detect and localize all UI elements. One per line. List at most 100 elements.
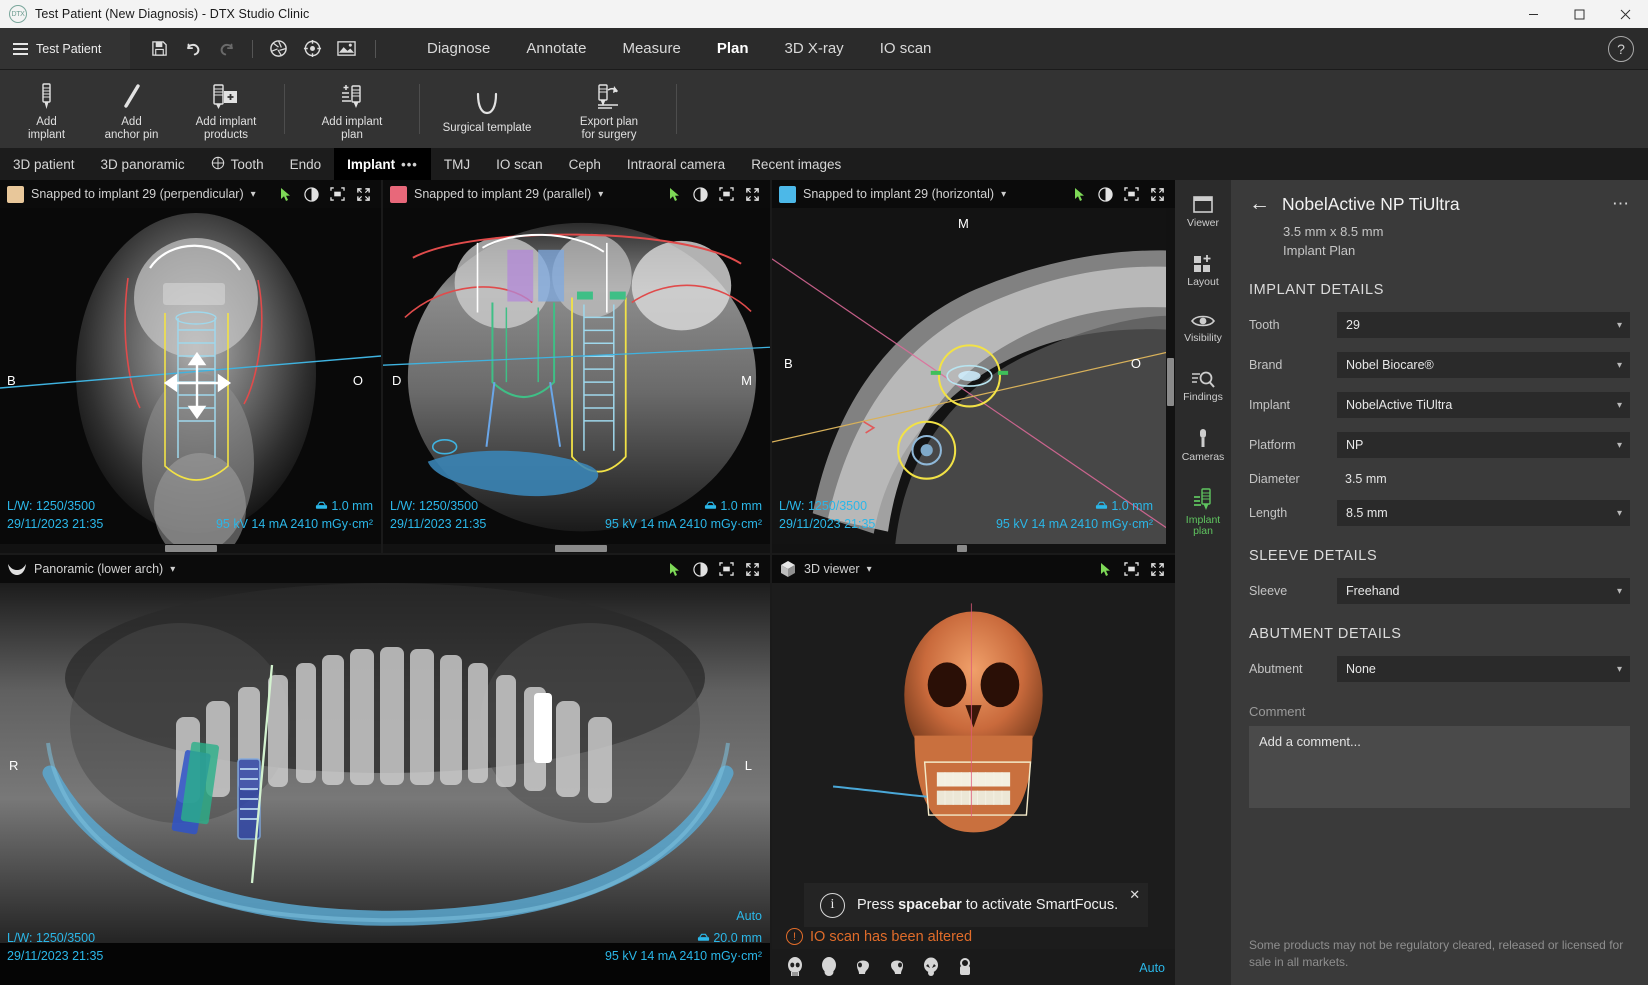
- contrast-icon[interactable]: [693, 561, 708, 577]
- preset-lock-icon[interactable]: [956, 957, 974, 977]
- minimize-button[interactable]: [1510, 0, 1556, 28]
- viewport-canvas[interactable]: R L Auto L/W: 1250/3500 29/11/2023 21:35…: [0, 583, 770, 985]
- tab-intraoral-camera[interactable]: Intraoral camera: [614, 148, 738, 180]
- tab-label: Intraoral camera: [626, 156, 726, 172]
- redo-icon[interactable]: [212, 34, 242, 64]
- rail-item-visibility[interactable]: Visibility: [1175, 307, 1231, 350]
- vertical-scrollbar[interactable]: [1166, 208, 1175, 553]
- viewport-panoramic[interactable]: Panoramic (lower arch) ▾ R L Auto L/W: 1…: [0, 553, 770, 985]
- fullscreen-icon[interactable]: [1150, 187, 1165, 202]
- maximize-button[interactable]: [1556, 0, 1602, 28]
- fullscreen-icon[interactable]: [356, 187, 371, 202]
- add-anchor-pin-button[interactable]: Add anchor pin: [89, 70, 174, 148]
- add-implant-button[interactable]: Add implant: [4, 70, 89, 148]
- tab-tooth[interactable]: Tooth: [198, 148, 277, 180]
- tab-tmj[interactable]: TMJ: [431, 148, 483, 180]
- horizontal-scrollbar[interactable]: [383, 544, 770, 553]
- patient-menu-button[interactable]: Test Patient: [0, 28, 130, 69]
- contrast-icon[interactable]: [693, 186, 708, 202]
- add-implant-plan-button[interactable]: Add implant plan: [291, 70, 413, 148]
- chevron-down-icon[interactable]: ▾: [598, 189, 603, 200]
- viewport-canvas[interactable]: D M L/W: 1250/3500 29/11/2023 21:35 1.0 …: [383, 208, 770, 553]
- preset-skull-plain-icon[interactable]: [820, 957, 838, 977]
- viewport-perpendicular[interactable]: Snapped to implant 29 (perpendicular) ▾: [0, 180, 381, 553]
- chevron-down-icon[interactable]: ▾: [1001, 189, 1006, 200]
- tab-3d-panoramic[interactable]: 3D panoramic: [88, 148, 198, 180]
- more-options-icon[interactable]: ⋯: [1612, 194, 1630, 214]
- chevron-down-icon[interactable]: ▾: [170, 564, 175, 575]
- length-select[interactable]: 8.5 mm ▾: [1337, 500, 1630, 526]
- platform-select[interactable]: NP ▾: [1337, 432, 1630, 458]
- undo-icon[interactable]: [178, 34, 208, 64]
- preset-skull-profile-right-icon[interactable]: [888, 957, 906, 977]
- fit-icon[interactable]: [330, 187, 345, 201]
- cursor-icon[interactable]: [280, 187, 293, 202]
- comment-input[interactable]: Add a comment...: [1249, 726, 1630, 808]
- tab-endo[interactable]: Endo: [277, 148, 335, 180]
- rail-item-findings[interactable]: Findings: [1175, 364, 1231, 409]
- menu-item-3d-xray[interactable]: 3D X-ray: [768, 34, 861, 63]
- chevron-down-icon[interactable]: ▾: [867, 564, 872, 575]
- image-icon[interactable]: [331, 34, 361, 64]
- panel-header: ← NobelActive NP TiUltra ⋯: [1249, 193, 1630, 215]
- cursor-icon[interactable]: [1074, 187, 1087, 202]
- implant-select[interactable]: NobelActive TiUltra ▾: [1337, 392, 1630, 418]
- export-plan-button[interactable]: Export plan for surgery: [548, 70, 670, 148]
- save-icon[interactable]: [144, 34, 174, 64]
- close-icon[interactable]: ✕: [1129, 887, 1140, 903]
- fit-icon[interactable]: [1124, 187, 1139, 201]
- menu-item-annotate[interactable]: Annotate: [509, 34, 603, 63]
- menu-item-io-scan[interactable]: IO scan: [863, 34, 949, 63]
- tooth-select[interactable]: 29 ▾: [1337, 312, 1630, 338]
- tab-overflow-icon[interactable]: •••: [401, 157, 418, 172]
- rail-item-cameras[interactable]: Cameras: [1175, 422, 1231, 469]
- brand-select[interactable]: Nobel Biocare® ▾: [1337, 352, 1630, 378]
- dose-readout: 95 kV 14 mA 2410 mGy·cm²: [604, 949, 762, 963]
- rail-item-viewer[interactable]: Viewer: [1175, 190, 1231, 235]
- sleeve-select[interactable]: Freehand ▾: [1337, 578, 1630, 604]
- add-implant-products-button[interactable]: Add implant products: [174, 70, 278, 148]
- preset-skull-alien-icon[interactable]: [922, 957, 940, 977]
- horizontal-scrollbar[interactable]: [0, 544, 381, 553]
- fullscreen-icon[interactable]: [745, 187, 760, 202]
- help-button[interactable]: ?: [1608, 35, 1634, 62]
- viewport-parallel[interactable]: Snapped to implant 29 (parallel) ▾ D M L…: [381, 180, 770, 553]
- cursor-icon[interactable]: [669, 187, 682, 202]
- preset-skull-front-icon[interactable]: [786, 957, 804, 977]
- fit-icon[interactable]: [1124, 562, 1139, 576]
- close-button[interactable]: [1602, 0, 1648, 28]
- viewport-canvas[interactable]: B O L/W: 1250/3500 29/11/2023 21:35 1.0 …: [0, 208, 381, 553]
- aperture-icon[interactable]: [263, 34, 293, 64]
- rail-item-layout[interactable]: Layout: [1175, 249, 1231, 294]
- crosshair-icon[interactable]: [297, 34, 327, 64]
- fit-icon[interactable]: [719, 187, 734, 201]
- abutment-select[interactable]: None ▾: [1337, 656, 1630, 682]
- surgical-template-button[interactable]: Surgical template: [426, 70, 548, 148]
- menu-item-diagnose[interactable]: Diagnose: [410, 34, 507, 63]
- rail-item-implant-plan[interactable]: Implant plan: [1175, 483, 1231, 543]
- tab-3d-patient[interactable]: 3D patient: [0, 148, 88, 180]
- cursor-icon[interactable]: [1100, 562, 1113, 577]
- fullscreen-icon[interactable]: [745, 562, 760, 577]
- horizontal-scrollbar[interactable]: [772, 544, 1175, 553]
- fit-icon[interactable]: [719, 562, 734, 576]
- contrast-icon[interactable]: [1098, 186, 1113, 202]
- viewport-3d[interactable]: 3D viewer ▾ i Press spacebar to activate…: [770, 553, 1175, 985]
- fullscreen-icon[interactable]: [1150, 562, 1165, 577]
- tab-io-scan[interactable]: IO scan: [483, 148, 556, 180]
- viewport-header: Snapped to implant 29 (horizontal) ▾: [772, 180, 1175, 208]
- viewport-horizontal[interactable]: Snapped to implant 29 (horizontal) ▾ M B…: [770, 180, 1175, 553]
- menu-item-measure[interactable]: Measure: [605, 34, 697, 63]
- tab-recent-images[interactable]: Recent images: [738, 148, 854, 180]
- back-button[interactable]: ←: [1249, 193, 1270, 214]
- tab-implant[interactable]: Implant •••: [334, 148, 431, 180]
- preset-skull-profile-left-icon[interactable]: [854, 957, 872, 977]
- cursor-icon[interactable]: [669, 562, 682, 577]
- field-value: 29: [1346, 318, 1360, 332]
- chevron-down-icon[interactable]: ▾: [251, 189, 256, 200]
- contrast-icon[interactable]: [304, 186, 319, 202]
- viewport-canvas[interactable]: M B O L/W: 1250/3500 29/11/2023 21:35 1.…: [772, 208, 1175, 553]
- menu-item-plan[interactable]: Plan: [700, 34, 766, 63]
- tab-ceph[interactable]: Ceph: [556, 148, 614, 180]
- viewport-canvas[interactable]: i Press spacebar to activate SmartFocus.…: [772, 583, 1175, 985]
